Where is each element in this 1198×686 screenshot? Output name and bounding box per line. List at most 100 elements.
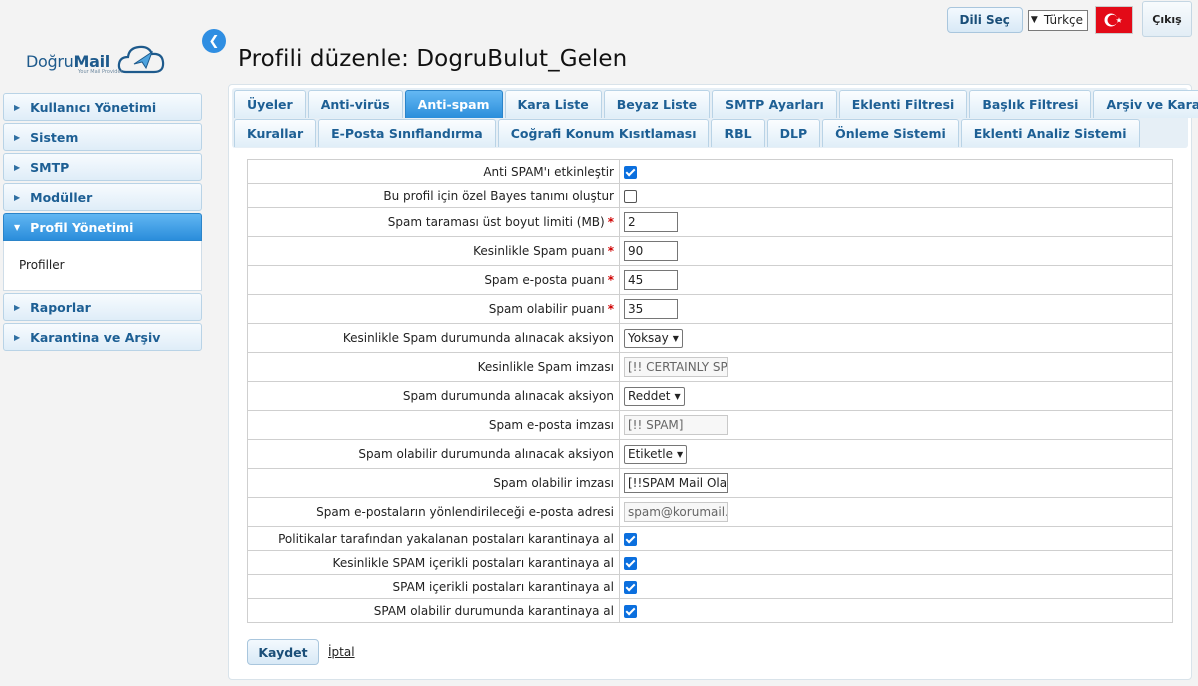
language-button[interactable]: Dili Seç [946, 7, 1023, 33]
sidebar-item-label: Sistem [30, 129, 79, 145]
form-row-value: [!!SPAM Mail Olab [619, 468, 1173, 498]
form-row: SPAM içerikli postaları karantinaya al [247, 574, 1173, 599]
brand-name-part1: Doğru [26, 51, 74, 71]
text-field[interactable]: 2 [624, 212, 678, 232]
sidebar-item-raporlar[interactable]: ▶ Raporlar [3, 293, 202, 321]
sidebar-nav: ▶ Kullanıcı Yönetimi ▶ Sistem ▶ SMTP ▶ M… [3, 93, 202, 353]
form-row-value: [!! CERTAINLY SPA [619, 352, 1173, 382]
checkbox[interactable] [624, 556, 637, 570]
brand-name: DoğruMail [26, 52, 110, 71]
sidebar-item-label: Modüller [30, 189, 93, 205]
form-row-value [619, 183, 1173, 208]
form-row: Kesinlikle SPAM içerikli postaları karan… [247, 550, 1173, 575]
form-row: Bu profil için özel Bayes tanımı oluştur [247, 183, 1173, 208]
anti-spam-settings-table: Anti SPAM'ı etkinleştir Bu profil için öz… [247, 159, 1173, 623]
tab-beyaz-liste[interactable]: Beyaz Liste [603, 90, 711, 118]
main-panel: Üyeler Anti-virüs Anti-spam Kara Liste Beyaz… [228, 84, 1198, 680]
form-row-value [619, 574, 1173, 599]
field-label: Kesinlikle Spam durumunda alınacak aksiy… [342, 331, 614, 345]
form-row: Spam e-postaların yönlendirileceği e-pos… [247, 497, 1173, 527]
text-field[interactable]: 45 [624, 270, 678, 290]
cloud-logo-icon [117, 45, 165, 74]
form-row-label: Spam taraması üst boyut limiti (MB) * [247, 207, 620, 237]
form-row-label: Spam e-posta imzası [247, 410, 620, 440]
field-label: SPAM olabilir durumunda karantinaya al [373, 603, 614, 618]
form-row: Politikalar tarafından yakalanan postala… [247, 526, 1173, 551]
form-row-value: Reddet ▼ [619, 381, 1173, 411]
sidebar-item-sistem[interactable]: ▶ Sistem [3, 123, 202, 151]
turkish-flag-icon[interactable] [1095, 6, 1133, 34]
tab-başlık-filtresi[interactable]: Başlık Filtresi [969, 90, 1092, 118]
tab-dlp[interactable]: DLP [766, 119, 821, 147]
save-button[interactable]: Kaydet [247, 639, 319, 665]
field-label: Spam taraması üst boyut limiti (MB) [387, 215, 605, 229]
form-row-label: Spam e-postaların yönlendirileceği e-pos… [247, 497, 620, 527]
select-value: Etiketle [628, 447, 673, 461]
sidebar-item-label: Raporlar [30, 299, 91, 315]
field-label: Kesinlikle Spam puanı [473, 244, 605, 258]
form-row-label: Spam olabilir imzası [247, 468, 620, 498]
tab-kara-liste[interactable]: Kara Liste [504, 90, 602, 118]
action-select[interactable]: Reddet ▼ [624, 386, 685, 406]
tab-anti-spam[interactable]: Anti-spam [404, 90, 503, 118]
cancel-link[interactable]: İptal [328, 645, 355, 659]
tab-smtp-ayarları[interactable]: SMTP Ayarları [712, 90, 837, 118]
sidebar-item-label: Kullanıcı Yönetimi [30, 99, 157, 115]
text-field[interactable]: 35 [624, 299, 678, 319]
sidebar-subpanel: Profiller [3, 241, 202, 291]
text-field-disabled[interactable]: [!! CERTAINLY SPA [624, 357, 728, 377]
tab-anti-virüs[interactable]: Anti-virüs [307, 90, 403, 118]
form-row-value [619, 526, 1173, 551]
chevron-left-icon: ❮ [208, 33, 220, 49]
checkbox[interactable] [624, 580, 637, 594]
checkbox[interactable] [624, 532, 637, 546]
action-select[interactable]: Yoksay ▼ [624, 328, 683, 348]
form-row-label: SPAM içerikli postaları karantinaya al [247, 574, 620, 599]
form-row: SPAM olabilir durumunda karantinaya al [247, 598, 1173, 623]
exit-button[interactable]: Çıkış [1142, 1, 1192, 37]
tab-kurallar[interactable]: Kurallar [234, 119, 317, 147]
form-row-value: 90 [619, 236, 1173, 266]
text-field[interactable]: [!!SPAM Mail Olab [624, 473, 728, 493]
field-label: Spam olabilir durumunda alınacak aksiyon [358, 447, 614, 461]
sidebar-subitem-profiller[interactable]: Profiller [19, 258, 65, 272]
field-label: SPAM içerikli postaları karantinaya al [392, 579, 614, 594]
tab-rbl[interactable]: RBL [711, 119, 765, 147]
form-row-value: Yoksay ▼ [619, 323, 1173, 353]
form-row-label: Spam e-posta puanı * [247, 265, 620, 295]
form-row-value [619, 159, 1173, 184]
tab-üyeler[interactable]: Üyeler [234, 90, 306, 118]
tab-eklenti-analiz-sistemi[interactable]: Eklenti Analiz Sistemi [960, 119, 1140, 147]
form-row: Spam olabilir durumunda alınacak aksiyon… [247, 439, 1173, 469]
checkbox[interactable] [624, 189, 637, 203]
sidebar-item-smtp[interactable]: ▶ SMTP [3, 153, 202, 181]
tab-önleme-sistemi[interactable]: Önleme Sistemi [822, 119, 959, 147]
sidebar-item-karantina-ve-arsiv[interactable]: ▶ Karantina ve Arşiv [3, 323, 202, 351]
text-field-disabled[interactable]: spam@korumail.com [624, 502, 728, 522]
field-label: Kesinlikle Spam imzası [477, 360, 614, 374]
caret-right-icon: ▶ [14, 162, 21, 172]
tab-coğrafi-konum-kısıtlaması[interactable]: Coğrafi Konum Kısıtlaması [497, 119, 710, 147]
sidebar-item-label: Karantina ve Arşiv [30, 329, 161, 345]
text-field[interactable]: 90 [624, 241, 678, 261]
brand-tagline: Your Mail Provider [78, 69, 123, 75]
sidebar-item-kullanici-yonetimi[interactable]: ▶ Kullanıcı Yönetimi [3, 93, 202, 121]
checkbox[interactable] [624, 604, 637, 618]
field-label: Spam e-posta imzası [488, 418, 614, 432]
sidebar-item-profil-yonetimi[interactable]: ▼ Profil Yönetimi [3, 213, 202, 241]
sidebar-item-moduller[interactable]: ▶ Modüller [3, 183, 202, 211]
tab-arşiv-ve-karantina[interactable]: Arşiv ve Karantina [1093, 90, 1198, 118]
action-select[interactable]: Etiketle ▼ [624, 444, 688, 464]
text-field-disabled[interactable]: [!! SPAM] [624, 415, 728, 435]
required-marker: * [607, 273, 614, 287]
collapse-sidebar-button[interactable]: ❮ [202, 29, 226, 53]
language-select[interactable]: ▼ Türkçe [1027, 9, 1088, 31]
checkbox[interactable] [624, 165, 637, 179]
chevron-down-icon: ▼ [672, 333, 679, 343]
form-row: Spam olabilir puanı * 35 [247, 294, 1173, 324]
tab-e-posta-sınıflandırma[interactable]: E-Posta Sınıflandırma [318, 119, 496, 147]
form-row-value: 2 [619, 207, 1173, 237]
caret-down-icon: ▼ [14, 222, 21, 232]
tab-eklenti-filtresi[interactable]: Eklenti Filtresi [838, 90, 968, 118]
form-row-label: Spam durumunda alınacak aksiyon [247, 381, 620, 411]
